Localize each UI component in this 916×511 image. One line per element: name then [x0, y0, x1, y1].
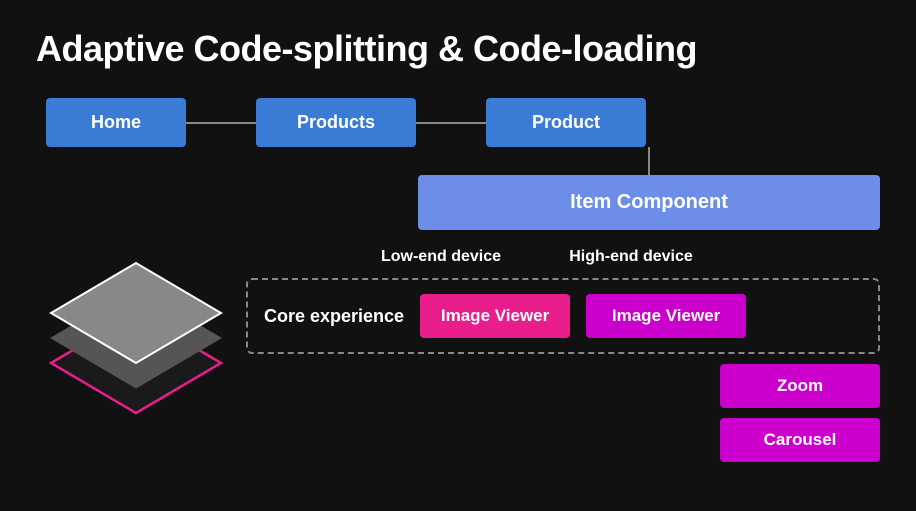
route-home: Home: [46, 98, 186, 147]
route-products: Products: [256, 98, 416, 147]
page: Adaptive Code-splitting & Code-loading H…: [0, 0, 916, 511]
core-experience-label: Core experience: [264, 306, 404, 327]
page-title: Adaptive Code-splitting & Code-loading: [36, 28, 880, 70]
connector-home-products: [186, 122, 256, 124]
connector-products-product: [416, 122, 486, 124]
layers-icon: [36, 258, 236, 433]
item-component-box: Item Component: [418, 175, 880, 230]
high-end-label: High-end device: [536, 248, 726, 266]
carousel-box: Carousel: [720, 418, 880, 462]
lower-section: Low-end device High-end device Core expe…: [36, 248, 880, 462]
route-product: Product: [486, 98, 646, 147]
zoom-box: Zoom: [720, 364, 880, 408]
image-viewer-high-end: Image Viewer: [586, 294, 746, 338]
experience-section: Core experience Image Viewer Image Viewe…: [246, 278, 880, 354]
right-content: Low-end device High-end device Core expe…: [246, 248, 880, 462]
route-row: Home Products Product: [46, 98, 880, 147]
vertical-connector: [648, 147, 650, 175]
low-end-label: Low-end device: [346, 248, 536, 266]
image-viewer-low-end: Image Viewer: [420, 294, 570, 338]
high-end-column: Image Viewer: [586, 294, 746, 338]
device-labels: Low-end device High-end device: [346, 248, 880, 266]
item-component-wrapper: Item Component: [36, 147, 880, 230]
